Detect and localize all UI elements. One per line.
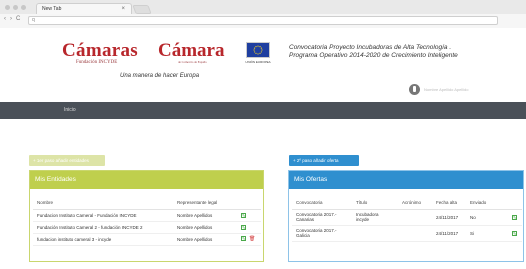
new-tab-button[interactable] (132, 5, 152, 14)
minimize-window-icon[interactable] (13, 5, 18, 10)
row-actions: ✎ (237, 221, 261, 234)
offer-enviado: No (466, 209, 508, 226)
entity-name: fundacion instituto cameral 3 - incyde (33, 233, 173, 246)
edit-icon[interactable]: ✎ (241, 212, 246, 218)
row-actions: ✎ (508, 225, 522, 242)
offer-convocatoria: Convocatoria 2017.- Galicia (292, 225, 352, 242)
eu-label: UNIÓN EUROPEA (245, 60, 271, 64)
offer-titulo (352, 225, 398, 242)
edit-icon[interactable]: ✎ (512, 214, 517, 220)
column-header-convocatoria: Convocatoria (292, 196, 352, 210)
convocatoria-title-line1: Convocatoria Proyecto Incubadoras de Alt… (289, 44, 452, 51)
table-row: Convocatoria 2017.- Canarias Incubadora … (292, 209, 522, 226)
window-controls[interactable] (5, 5, 26, 10)
offer-fecha: 24/11/2017 (432, 209, 466, 226)
camaras-logo[interactable]: Cámaras (62, 40, 138, 62)
entity-name: Fundacion Instituto Cameral - Fundación … (33, 209, 173, 222)
main-nav: Inicio (0, 102, 526, 119)
column-header-actions (508, 196, 522, 210)
table-header-row: Nombre Representante legal (33, 196, 261, 210)
row-actions: ✎ (237, 209, 261, 222)
trash-icon[interactable]: 🗑 (249, 236, 255, 242)
camara-espana-subtitle: de Comercio de España (178, 60, 207, 64)
offer-fecha: 24/11/2017 (432, 225, 466, 242)
camara-espana-logo[interactable]: Cámara (158, 40, 224, 62)
offer-acronimo (398, 225, 432, 242)
entidades-table: Nombre Representante legal Fundacion Ins… (33, 196, 261, 246)
offer-convocatoria-line2: Galicia (296, 233, 310, 238)
reload-icon[interactable]: C (16, 16, 20, 22)
convocatoria-title-line2: Programa Operativo 2014-2020 de Crecimie… (289, 52, 458, 59)
mis-ofertas-title: Mis Ofertas (289, 171, 523, 189)
offer-convocatoria-line2: Canarias (296, 217, 315, 222)
column-header-nombre: Nombre (33, 196, 173, 210)
back-icon[interactable]: ‹ (4, 16, 6, 22)
browser-toolbar: ‹ › C q (0, 14, 526, 28)
entity-representative: Nombre Apellidos (173, 209, 237, 222)
user-name[interactable]: Nombre Apellido Apellido (424, 87, 468, 92)
nav-item-inicio[interactable]: Inicio (64, 107, 76, 113)
table-row: Convocatoria 2017.- Galicia 24/11/2017 S… (292, 225, 522, 242)
ofertas-table: Convocatoria Título Acrónimo Fecha alta … (292, 196, 522, 242)
edit-icon[interactable]: ✎ (241, 236, 246, 241)
offer-convocatoria: Convocatoria 2017.- Canarias (292, 209, 352, 226)
edit-icon[interactable]: ✎ (241, 224, 246, 230)
browser-chrome: New Tab × ‹ › C q (0, 0, 526, 28)
forward-icon[interactable]: › (10, 16, 12, 22)
add-offer-button[interactable]: + 2º paso añadir oferta (289, 155, 359, 166)
edit-icon[interactable]: ✎ (512, 230, 517, 236)
convocatoria-title: Convocatoria Proyecto Incubadoras de Alt… (289, 44, 509, 60)
column-header-representante: Representante legal (173, 196, 237, 210)
tab-title: New Tab (42, 6, 62, 12)
address-bar[interactable]: q (28, 16, 498, 25)
row-actions: ✎ (508, 209, 522, 226)
browser-tab[interactable]: New Tab × (36, 3, 132, 14)
offer-titulo-line2: incyde (356, 217, 370, 222)
offer-acronimo (398, 209, 432, 226)
maximize-window-icon[interactable] (21, 5, 26, 10)
user-menu[interactable]: Nombre Apellido Apellido (409, 84, 468, 95)
column-header-titulo: Título (352, 196, 398, 210)
table-header-row: Convocatoria Título Acrónimo Fecha alta … (292, 196, 522, 210)
add-entities-button[interactable]: + 1er paso añadir entidades (29, 155, 105, 166)
mis-ofertas-panel: Mis Ofertas Convocatoria Título Acrónimo… (288, 170, 524, 262)
offer-enviado: Si (466, 225, 508, 242)
column-header-fecha: Fecha alta (432, 196, 466, 210)
camaras-logo-subtitle: Fundación INCYDE (76, 60, 118, 65)
mis-entidades-panel: Mis Entidades Nombre Representante legal… (29, 170, 264, 262)
table-row: Fundacion Instituto Cameral - Fundación … (33, 209, 261, 222)
tab-close-icon[interactable]: × (121, 4, 125, 14)
entity-representative: Nombre Apellidos (173, 221, 237, 234)
site-header: Cámaras Fundación INCYDE Cámara de Comer… (0, 28, 526, 102)
user-avatar-icon[interactable] (409, 84, 420, 95)
entity-representative: Nombre Apellidos (173, 233, 237, 246)
row-actions: ✎ 🗑 (237, 233, 261, 246)
eu-flag-icon (246, 42, 270, 58)
close-window-icon[interactable] (5, 5, 10, 10)
entity-name: Fundación Instituto Cameral 2 - fundació… (33, 221, 173, 234)
column-header-actions (237, 196, 261, 210)
mis-entidades-title: Mis Entidades (30, 171, 263, 189)
offer-titulo: Incubadora incyde (352, 209, 398, 226)
table-row: fundacion instituto cameral 3 - incyde N… (33, 233, 261, 246)
slogan: Una manera de hacer Europa (120, 73, 200, 79)
column-header-acronimo: Acrónimo (398, 196, 432, 210)
table-row: Fundación Instituto Cameral 2 - fundació… (33, 221, 261, 234)
column-header-enviado: Enviado (466, 196, 508, 210)
